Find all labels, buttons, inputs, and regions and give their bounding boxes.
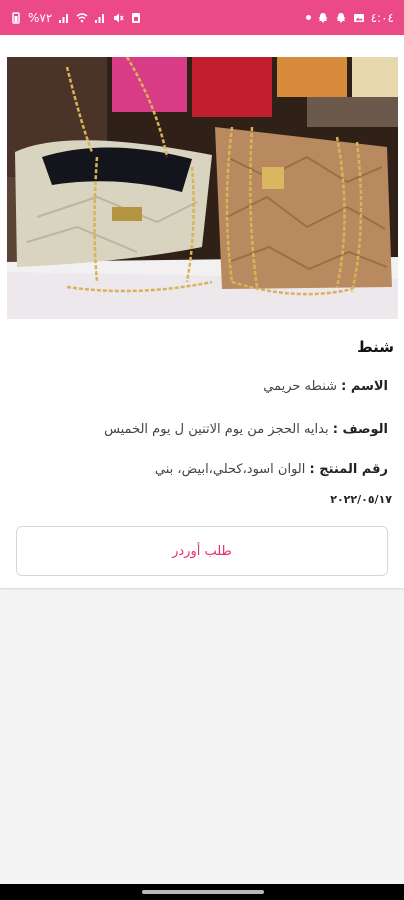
product-image[interactable] — [7, 57, 398, 319]
product-title: شنط — [357, 338, 394, 356]
sim-icon — [132, 12, 141, 23]
snapchat-2-icon — [336, 12, 346, 23]
product-description-label: الوصف : — [332, 422, 388, 437]
status-right: ٤:٠٤ — [305, 10, 394, 25]
product-description-row: الوصف : بدايه الحجز من يوم الاتنين ل يوم… — [104, 422, 388, 437]
gallery-icon — [353, 13, 364, 22]
product-date: ٢٠٢٢/٠٥/١٧ — [330, 493, 392, 506]
clock: ٤:٠٤ — [370, 10, 394, 25]
product-number-row: رقم المنتج : الوان اسود،كحلي،ابيض، بني — [155, 462, 388, 477]
status-bar: %٧٢ ٤:٠٤ — [0, 0, 404, 35]
product-name-label: الاسم : — [341, 379, 388, 394]
navigation-bar — [0, 884, 404, 900]
battery-percent: %٧٢ — [28, 10, 53, 25]
mute-icon — [114, 13, 124, 22]
status-left: %٧٢ — [10, 11, 142, 25]
product-name-row: الاسم : شنطه حريمي — [263, 379, 388, 394]
notification-dot-icon — [305, 15, 311, 20]
battery-icon — [12, 11, 20, 24]
product-number-label: رقم المنتج : — [309, 462, 388, 477]
home-gesture-handle[interactable] — [142, 890, 264, 894]
product-number-value: الوان اسود،كحلي،ابيض، بني — [154, 462, 306, 477]
handbags-photo-icon — [7, 57, 398, 319]
product-description-value: بدايه الحجز من يوم الاتنين ل يوم الخميس — [104, 422, 329, 437]
snapchat-icon — [318, 12, 328, 23]
product-card: شنط الاسم : شنطه حريمي الوصف : بدايه الح… — [0, 35, 404, 588]
signal-2-icon — [95, 13, 105, 23]
product-name-value: شنطه حريمي — [263, 379, 338, 394]
signal-icon — [59, 13, 69, 23]
wifi-icon — [76, 12, 88, 22]
order-button[interactable]: طلب أوردر — [16, 526, 388, 576]
